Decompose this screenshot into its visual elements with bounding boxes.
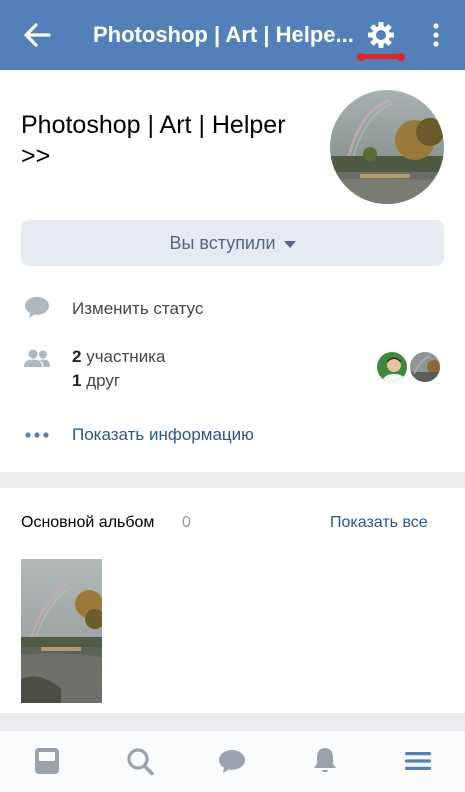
friends-count-line[interactable]: 1 друг bbox=[72, 371, 120, 391]
show-all-link[interactable]: Показать все bbox=[330, 514, 428, 532]
group-name: Photoshop | Art | Helper >> bbox=[21, 111, 286, 170]
search-icon[interactable] bbox=[125, 745, 155, 777]
member-avatar[interactable] bbox=[408, 350, 442, 384]
joined-label: Вы вступили bbox=[169, 232, 276, 253]
album-photo-thumbnail[interactable] bbox=[21, 559, 102, 703]
menu-icon[interactable] bbox=[403, 745, 433, 777]
arrow-left-icon[interactable] bbox=[22, 22, 52, 48]
joined-dropdown-button[interactable]: Вы вступили bbox=[21, 220, 444, 266]
settings-highlight-mark bbox=[357, 52, 405, 61]
users-icon bbox=[24, 349, 50, 367]
chevron-down-icon bbox=[283, 240, 296, 248]
avatar-landscape-image bbox=[330, 90, 444, 204]
friends-label: друг bbox=[86, 371, 121, 390]
members-count-line[interactable]: 2 участника bbox=[72, 347, 165, 367]
album-photo-image bbox=[21, 559, 102, 703]
comment-icon bbox=[25, 297, 49, 318]
more-horizontal-icon bbox=[25, 432, 49, 438]
album-count: 0 bbox=[182, 514, 191, 531]
notifications-icon[interactable] bbox=[310, 745, 340, 777]
album-section: Основной альбом 0 Показать все bbox=[0, 488, 465, 713]
messages-icon[interactable] bbox=[217, 745, 247, 777]
group-avatar[interactable] bbox=[330, 90, 444, 204]
bottom-navigation bbox=[0, 730, 465, 792]
member-avatar[interactable] bbox=[375, 350, 409, 384]
members-label: участника bbox=[86, 347, 166, 366]
members-count: 2 bbox=[72, 347, 82, 366]
group-profile-card: Photoshop | Art | Helper >> Вы вступили bbox=[0, 70, 465, 472]
news-icon[interactable] bbox=[32, 745, 62, 777]
gear-icon[interactable] bbox=[366, 20, 396, 50]
page-title: Photoshop | Art | Helpe... bbox=[93, 22, 354, 47]
top-app-bar: Photoshop | Art | Helpe... bbox=[0, 0, 465, 70]
show-info-link[interactable]: Показать информацию bbox=[72, 425, 254, 445]
member-photo bbox=[410, 352, 440, 382]
member-photo bbox=[377, 352, 407, 382]
album-title[interactable]: Основной альбом bbox=[21, 514, 154, 532]
friends-count: 1 bbox=[72, 371, 82, 390]
change-status-link[interactable]: Изменить статус bbox=[72, 299, 203, 319]
more-vertical-icon[interactable] bbox=[427, 22, 445, 48]
